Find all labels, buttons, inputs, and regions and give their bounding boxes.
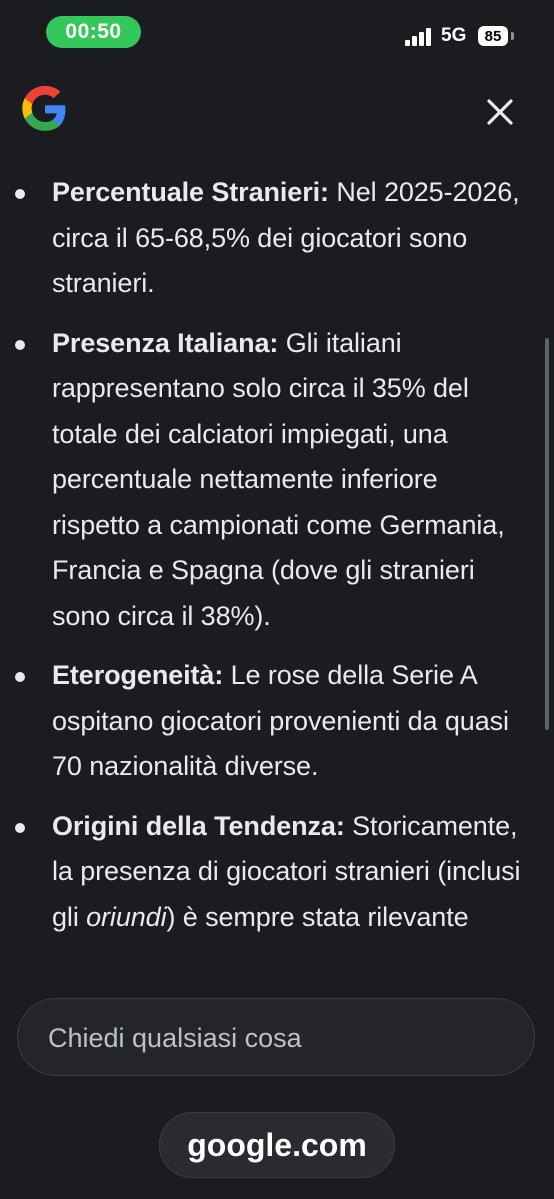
bullet-heading: Percentuale Stranieri: (52, 177, 329, 207)
search-input[interactable] (46, 999, 510, 1077)
network-type: 5G (441, 25, 467, 46)
list-item: Origini della Tendenza: Storicamente, la… (0, 804, 554, 941)
bullet-list: Percentuale Stranieri: Nel 2025-2026, ci… (0, 170, 554, 940)
bullet-heading: Eterogeneità: (52, 660, 224, 690)
battery-icon: 85 (478, 26, 508, 46)
content-fade (0, 958, 554, 984)
bullet-dot (15, 672, 25, 682)
bullet-dot (15, 822, 25, 833)
list-item: Presenza Italiana: Gli italiani rapprese… (0, 321, 554, 640)
scrollbar[interactable] (545, 338, 549, 730)
header (0, 60, 554, 170)
status-time[interactable]: 00:50 (46, 16, 141, 48)
bullet-heading: Origini della Tendenza: (52, 810, 345, 841)
answer-content: Percentuale Stranieri: Nel 2025-2026, ci… (0, 170, 554, 982)
list-item: Eterogeneità: Le rose della Serie A ospi… (0, 653, 554, 790)
bullet-italic-term: oriundi (86, 901, 167, 932)
close-icon[interactable] (480, 92, 520, 132)
bullet-dot (15, 339, 25, 350)
list-item: Percentuale Stranieri: Nel 2025-2026, ci… (0, 170, 554, 307)
bullet-text-continued: ) è sempre stata rilevante (166, 901, 469, 932)
bullet-heading: Presenza Italiana: (52, 327, 279, 358)
cellular-signal-icon (405, 28, 435, 46)
search-box[interactable] (17, 998, 535, 1077)
google-g-icon (22, 85, 66, 131)
bullet-text: Gli italiani rappresentano solo circa il… (52, 327, 505, 631)
url-pill[interactable]: google.com (159, 1112, 395, 1178)
bullet-dot (15, 189, 25, 199)
battery-tip (511, 32, 514, 40)
status-bar: 00:50 5G 85 (0, 0, 554, 60)
